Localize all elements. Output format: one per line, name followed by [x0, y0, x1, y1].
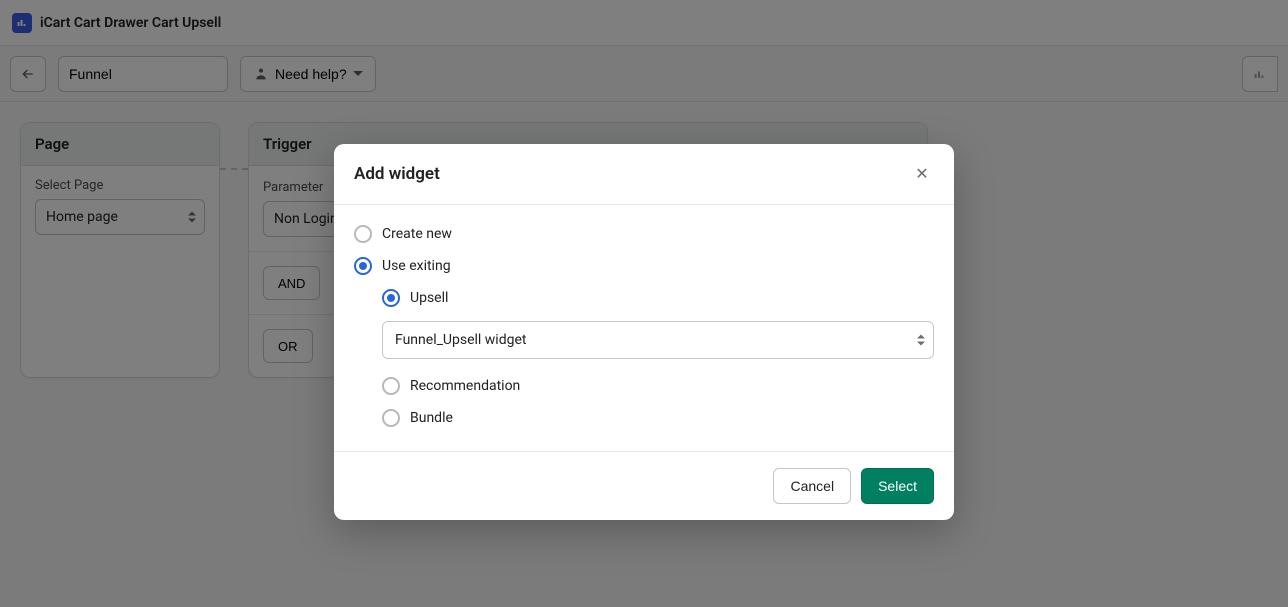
radio-icon [354, 225, 372, 243]
recommendation-label: Recommendation [410, 378, 520, 394]
bundle-label: Bundle [410, 410, 453, 426]
cancel-button[interactable]: Cancel [773, 468, 851, 504]
radio-bundle[interactable]: Bundle [382, 409, 934, 427]
radio-icon [354, 257, 372, 275]
select-button[interactable]: Select [861, 468, 934, 504]
radio-icon [382, 289, 400, 307]
widget-select-value: Funnel_Upsell widget [395, 332, 526, 348]
radio-create-new[interactable]: Create new [354, 225, 934, 243]
add-widget-modal: Add widget ✕ Create new Use exiting Upse… [334, 144, 954, 520]
modal-title: Add widget [354, 164, 440, 184]
radio-icon [382, 409, 400, 427]
radio-use-existing[interactable]: Use exiting [354, 257, 934, 275]
upsell-label: Upsell [410, 290, 448, 306]
radio-recommendation[interactable]: Recommendation [382, 377, 934, 395]
close-icon: ✕ [915, 164, 928, 184]
use-existing-label: Use exiting [382, 258, 451, 274]
close-button[interactable]: ✕ [910, 162, 934, 186]
widget-select[interactable]: Funnel_Upsell widget [382, 321, 934, 359]
select-arrows-icon [917, 335, 925, 346]
create-new-label: Create new [382, 226, 452, 242]
radio-icon [382, 377, 400, 395]
radio-upsell[interactable]: Upsell [382, 289, 934, 307]
modal-overlay[interactable]: Add widget ✕ Create new Use exiting Upse… [0, 0, 1288, 607]
